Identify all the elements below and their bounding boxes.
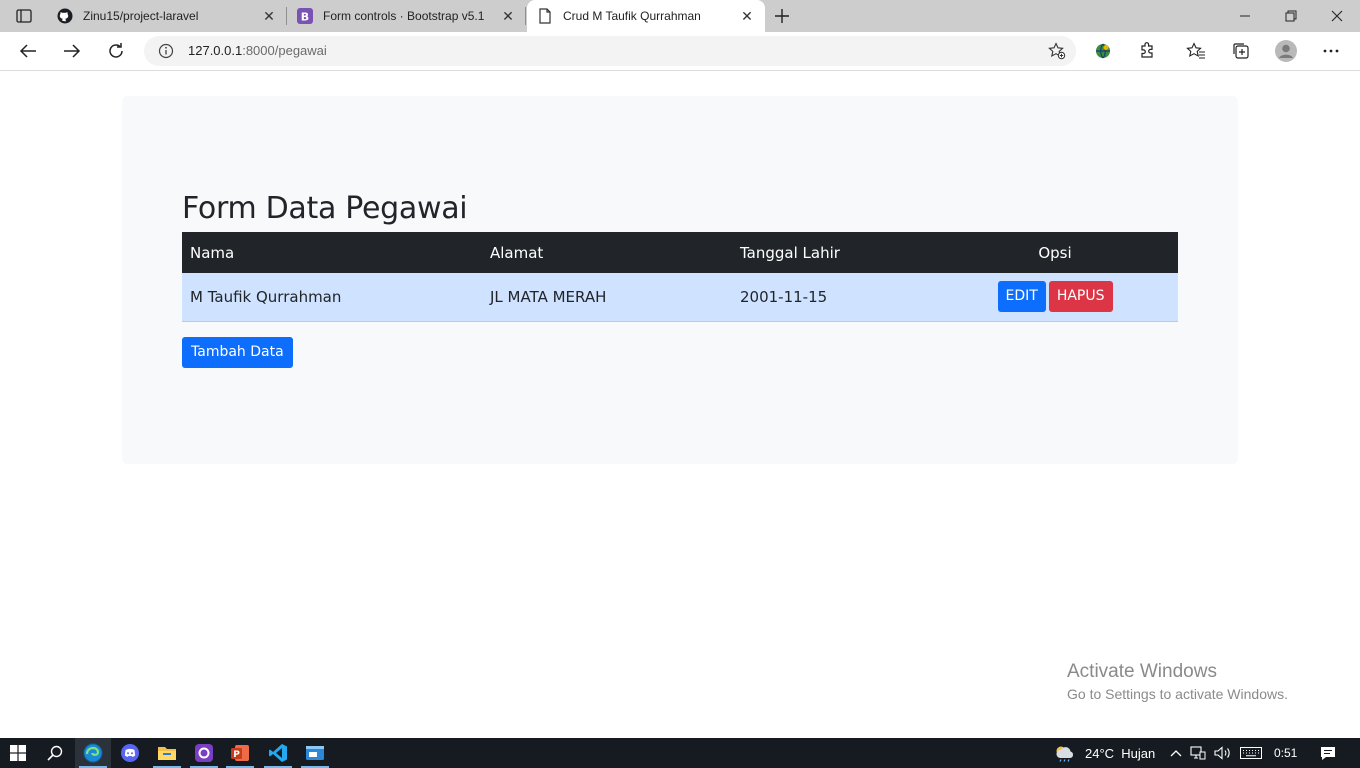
tab-strip: Zinu15/project-laravel ✕ B Form controls… xyxy=(0,0,1360,32)
taskbar: P 24°C Hujan 0:51 xyxy=(0,738,1360,768)
svg-text:P: P xyxy=(233,750,240,760)
minimize-icon[interactable] xyxy=(1222,0,1268,32)
browser-toolbar: 127.0.0.1:8000/pegawai xyxy=(0,32,1360,71)
app-window-icon[interactable] xyxy=(297,738,333,768)
profile-avatar-icon[interactable] xyxy=(1275,40,1297,62)
url-host: 127.0.0.1 xyxy=(188,43,243,58)
weather-text: 24°C Hujan xyxy=(1085,745,1156,761)
add-data-button[interactable]: Tambah Data xyxy=(182,337,293,368)
volume-icon[interactable] xyxy=(1214,746,1232,760)
more-menu-icon[interactable] xyxy=(1320,40,1342,62)
weather-widget[interactable]: 24°C Hujan xyxy=(1053,738,1155,768)
search-icon[interactable] xyxy=(37,738,73,768)
info-icon[interactable] xyxy=(158,43,174,59)
start-windows-icon[interactable] xyxy=(0,738,36,768)
network-icon[interactable] xyxy=(1190,746,1206,760)
cell-tanggal-lahir: 2001-11-15 xyxy=(732,273,932,322)
back-icon[interactable] xyxy=(14,38,42,64)
tab-crud[interactable]: Crud M Taufik Qurrahman ✕ xyxy=(527,0,765,32)
tab-github[interactable]: Zinu15/project-laravel ✕ xyxy=(47,0,287,32)
svg-text:B: B xyxy=(301,11,309,24)
cell-opsi: EDIT HAPUS xyxy=(932,273,1178,322)
keyboard-icon[interactable] xyxy=(1240,747,1262,759)
chevron-up-icon[interactable] xyxy=(1170,749,1182,757)
clock-time[interactable]: 0:51 xyxy=(1274,746,1297,760)
discord-icon[interactable] xyxy=(112,738,148,768)
table-row: M Taufik Qurrahman JL MATA MERAH 2001-11… xyxy=(182,273,1178,322)
vscode-icon[interactable] xyxy=(260,738,296,768)
forward-icon[interactable] xyxy=(58,38,86,64)
page-title: Form Data Pegawai xyxy=(182,191,468,226)
column-header-nama: Nama xyxy=(182,232,482,273)
add-favorite-icon[interactable] xyxy=(1048,42,1066,60)
close-window-icon[interactable] xyxy=(1314,0,1360,32)
tab-bootstrap[interactable]: B Form controls · Bootstrap v5.1 ✕ xyxy=(287,0,526,32)
close-icon[interactable]: ✕ xyxy=(739,8,755,24)
watermark-subtitle: Go to Settings to activate Windows. xyxy=(1067,686,1288,702)
edit-button[interactable]: EDIT xyxy=(997,281,1046,313)
tab-title: Zinu15/project-laravel xyxy=(83,9,199,23)
pegawai-table: Nama Alamat Tanggal Lahir Opsi M Taufik … xyxy=(182,232,1178,322)
edge-browser-icon[interactable] xyxy=(75,738,111,768)
close-icon[interactable]: ✕ xyxy=(500,8,516,24)
collections-icon[interactable] xyxy=(1230,40,1252,62)
refresh-icon[interactable] xyxy=(102,38,130,64)
cell-alamat: JL MATA MERAH xyxy=(482,273,732,322)
table-header-row: Nama Alamat Tanggal Lahir Opsi xyxy=(182,232,1178,273)
github-desktop-icon[interactable] xyxy=(186,738,222,768)
cell-nama: M Taufik Qurrahman xyxy=(182,273,482,322)
new-tab-icon[interactable] xyxy=(771,5,793,27)
file-explorer-icon[interactable] xyxy=(149,738,185,768)
restore-icon[interactable] xyxy=(1268,0,1314,32)
close-icon[interactable]: ✕ xyxy=(261,8,277,24)
watermark-title: Activate Windows xyxy=(1067,661,1217,682)
weather-rain-icon xyxy=(1053,744,1075,762)
system-tray: 0:51 xyxy=(1170,738,1297,768)
favorites-icon[interactable] xyxy=(1185,40,1207,62)
delete-button[interactable]: HAPUS xyxy=(1048,281,1113,313)
bootstrap-icon: B xyxy=(297,8,313,24)
tab-actions-icon[interactable] xyxy=(10,7,38,25)
page-icon xyxy=(537,8,553,24)
address-bar[interactable]: 127.0.0.1:8000/pegawai xyxy=(144,36,1076,66)
github-icon xyxy=(57,8,73,24)
notifications-icon[interactable] xyxy=(1310,738,1346,768)
column-header-tanggal-lahir: Tanggal Lahir xyxy=(732,232,932,273)
url-path: :8000/pegawai xyxy=(242,43,327,58)
tab-title: Crud M Taufik Qurrahman xyxy=(563,9,701,23)
tab-title: Form controls · Bootstrap v5.1 xyxy=(323,9,485,23)
extensions-icon[interactable] xyxy=(1136,40,1158,62)
column-header-opsi: Opsi xyxy=(932,232,1178,273)
activate-windows-watermark: Activate Windows Go to Settings to activ… xyxy=(1067,661,1288,702)
column-header-alamat: Alamat xyxy=(482,232,732,273)
url-text[interactable]: 127.0.0.1:8000/pegawai xyxy=(188,43,327,58)
powerpoint-icon[interactable]: P xyxy=(222,738,258,768)
extension-globe-icon[interactable] xyxy=(1092,40,1114,62)
